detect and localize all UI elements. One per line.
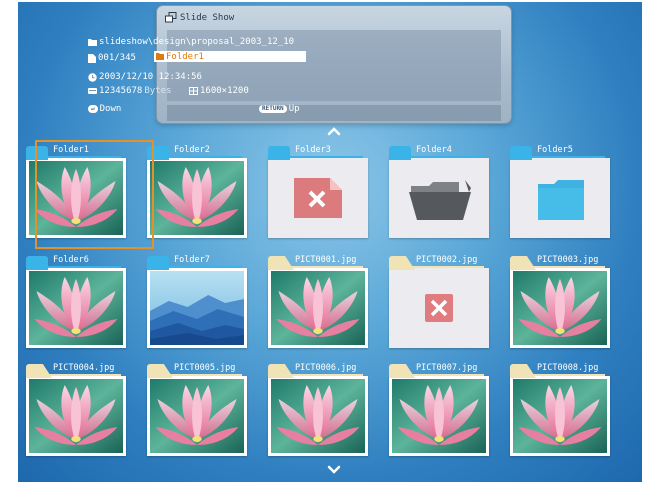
slideshow-screen: Slide Show slideshow\design\proposal_200… [18, 2, 642, 482]
image-tile[interactable]: PICT0006.jpg [264, 361, 374, 461]
image-tile[interactable]: PICT0001.jpg [264, 253, 374, 353]
flower-thumbnail [29, 271, 123, 345]
thumbnail-frame [147, 268, 247, 348]
chevron-down-icon[interactable] [327, 463, 341, 477]
flower-thumbnail [150, 161, 244, 235]
panel-title-text: Slide Show [180, 12, 235, 23]
tile-label: Folder2 [174, 145, 210, 155]
thumbnail-frame [268, 376, 368, 456]
flower-thumbnail [29, 379, 123, 453]
thumbnail-frame [389, 376, 489, 456]
tile-label: Folder7 [174, 255, 210, 265]
folder-tile[interactable]: Folder6 [22, 253, 132, 353]
date-text: 2003/12/10 12:34:56 [99, 72, 202, 82]
resolution-text: 1600×1200 [200, 86, 249, 96]
tile-label: PICT0002.jpg [416, 255, 478, 265]
image-tile[interactable]: PICT0005.jpg [143, 361, 253, 461]
open-folder-thumbnail [389, 158, 489, 238]
info-panel-footer [167, 105, 501, 121]
flower-thumbnail [513, 379, 607, 453]
down-hint[interactable]: ↵ Down [88, 104, 121, 114]
tile-label: Folder6 [53, 255, 89, 265]
up-label: Up [288, 104, 300, 114]
bytes-value: 12345678 [99, 86, 143, 96]
image-tile[interactable]: PICT0002.jpg [385, 253, 495, 353]
down-label: Down [99, 104, 122, 114]
thumbnail-frame [510, 158, 610, 238]
thumbnail-frame [147, 376, 247, 456]
disk-icon [88, 88, 97, 94]
flower-thumbnail [150, 379, 244, 453]
thumbnail-frame [268, 158, 368, 238]
mountains-thumbnail [150, 271, 244, 345]
thumbnail-frame [26, 268, 126, 348]
folder-tile[interactable]: Folder2 [143, 143, 253, 243]
tile-label: Folder5 [537, 145, 573, 155]
resolution-row: 1600×1200 [189, 86, 249, 96]
date-row: 2003/12/10 12:34:56 [88, 72, 202, 82]
folder-tile[interactable]: Folder3 [264, 143, 374, 243]
tile-label: Folder4 [416, 145, 452, 155]
thumbnail-frame [268, 268, 368, 348]
thumbnail-frame [147, 158, 247, 238]
flower-thumbnail [392, 379, 486, 453]
count-text: 001/345 [98, 53, 136, 63]
up-hint[interactable]: RETURN Up [259, 104, 300, 114]
slideshow-icon [165, 12, 177, 23]
thumbnail-frame [510, 376, 610, 456]
blue-folder-thumbnail [510, 158, 610, 238]
folder-small-icon [156, 53, 164, 60]
image-tile[interactable]: PICT0003.jpg [506, 253, 616, 353]
bytes-unit: Bytes [144, 86, 172, 96]
folder-tile[interactable]: Folder4 [385, 143, 495, 243]
tile-label: PICT0003.jpg [537, 255, 599, 265]
flower-thumbnail [513, 271, 607, 345]
thumbnail-frame [510, 268, 610, 348]
flower-thumbnail [271, 379, 365, 453]
page-icon [88, 53, 96, 63]
panel-title: Slide Show [165, 12, 234, 23]
image-tile[interactable]: PICT0004.jpg [22, 361, 132, 461]
tile-label: PICT0004.jpg [53, 363, 115, 373]
folder-tile[interactable]: Folder7 [143, 253, 253, 353]
tile-label: PICT0006.jpg [295, 363, 357, 373]
folder-tile[interactable]: Folder5 [506, 143, 616, 243]
tile-label: PICT0007.jpg [416, 363, 478, 373]
image-tile[interactable]: PICT0008.jpg [506, 361, 616, 461]
path-row: slideshow\design\proposal_2003_12_10 [88, 37, 294, 47]
folder-name-text: Folder1 [166, 51, 204, 62]
image-tile[interactable]: PICT0007.jpg [385, 361, 495, 461]
tile-label: PICT0005.jpg [174, 363, 236, 373]
chevron-up-icon[interactable] [327, 124, 341, 138]
thumbnail-frame [26, 376, 126, 456]
thumbnail-frame [389, 158, 489, 238]
folder-path-icon [88, 39, 97, 46]
flower-thumbnail [271, 271, 365, 345]
thumbnail-frame [389, 268, 489, 348]
tile-label: PICT0001.jpg [295, 255, 357, 265]
return-key-button: RETURN [259, 105, 287, 113]
broken-file-thumbnail [268, 158, 368, 238]
selection-highlight [35, 140, 154, 249]
folder-name-field: Folder1 [154, 51, 306, 62]
error-thumbnail [389, 268, 489, 348]
count-row: 001/345 [88, 53, 136, 63]
resolution-icon [189, 87, 198, 95]
clock-icon [88, 72, 97, 82]
info-panel: Slide Show [157, 6, 511, 123]
tile-label: Folder3 [295, 145, 331, 155]
path-text: slideshow\design\proposal_2003_12_10 [99, 37, 295, 47]
enter-key-icon: ↵ [88, 105, 98, 113]
tile-label: PICT0008.jpg [537, 363, 599, 373]
size-row: 12345678 Bytes [88, 86, 171, 96]
